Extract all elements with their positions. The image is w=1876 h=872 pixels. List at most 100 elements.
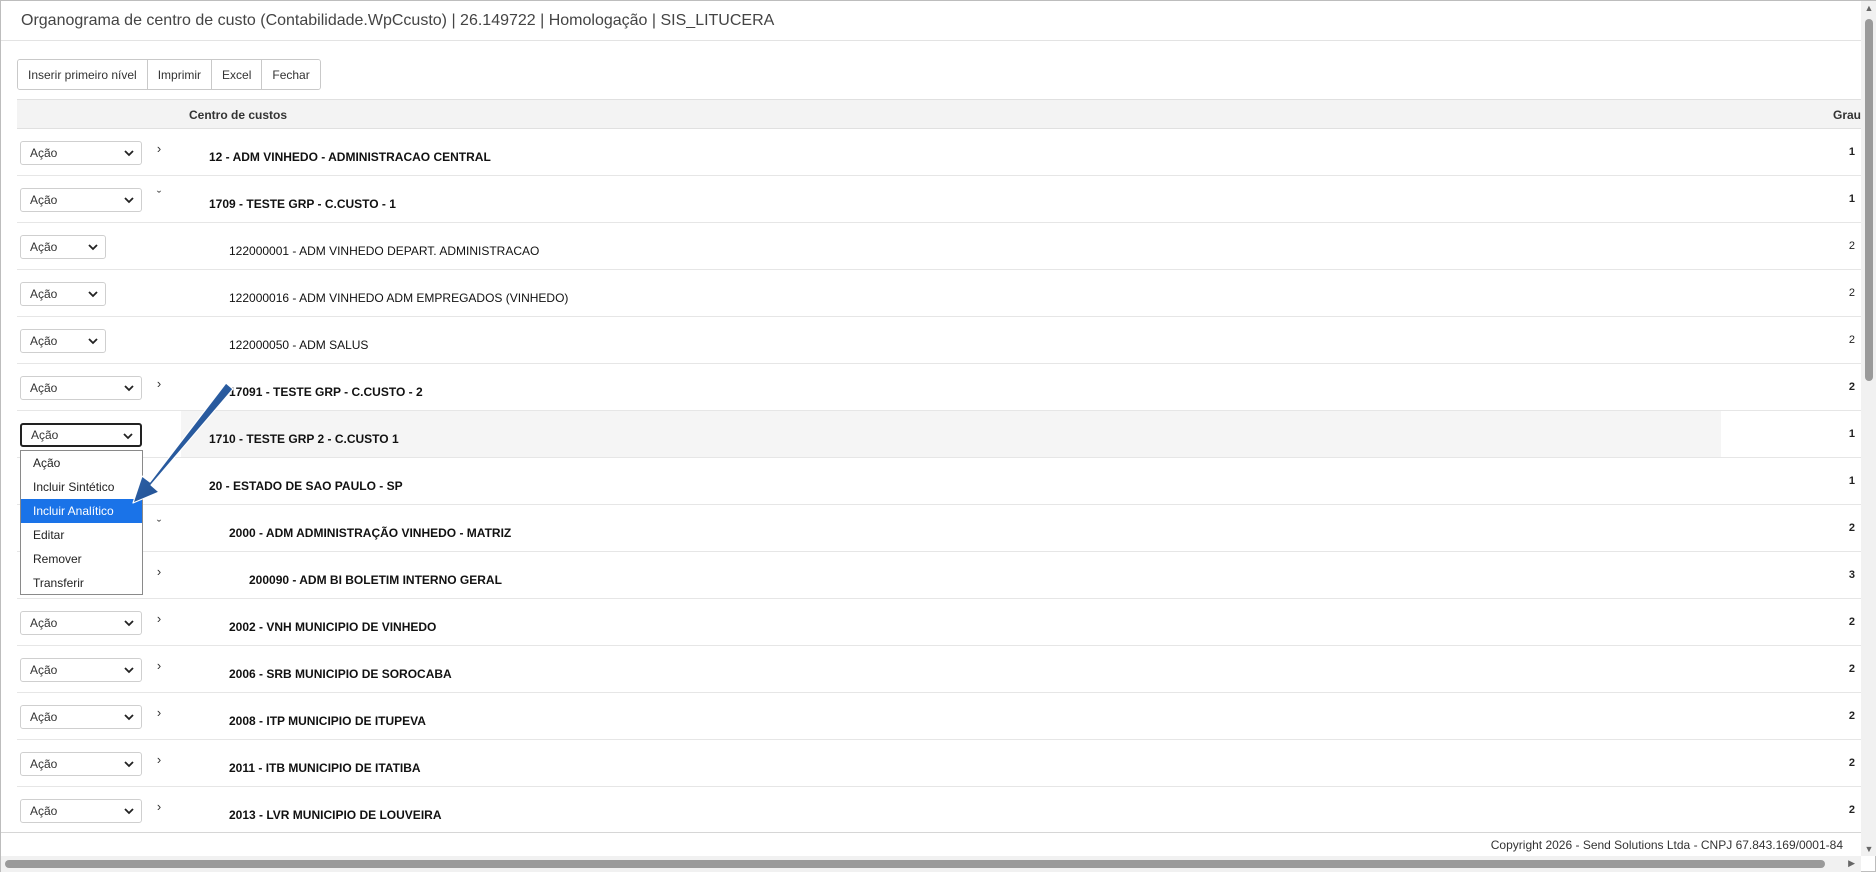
dropdown-option[interactable]: Transferir bbox=[21, 571, 142, 595]
scroll-down-icon[interactable]: ▼ bbox=[1864, 844, 1874, 854]
chevron-down-icon bbox=[121, 429, 135, 443]
column-header-grau: Grau bbox=[1832, 108, 1861, 122]
cost-center-label: 2000 - ADM ADMINISTRAÇÃO VINHEDO - MATRI… bbox=[229, 526, 512, 540]
action-select-value: Ação bbox=[31, 428, 59, 442]
expand-chevron-icon[interactable]: › bbox=[153, 753, 165, 767]
horizontal-scrollbar[interactable]: ▶ bbox=[1, 856, 1861, 872]
table-row: Ação 122000016 - ADM VINHEDO ADM EMPREGAD… bbox=[17, 270, 1861, 317]
vertical-scroll-thumb[interactable] bbox=[1865, 19, 1873, 381]
action-select-value: Ação bbox=[30, 287, 58, 301]
action-select-value: Ação bbox=[30, 146, 58, 160]
excel-button[interactable]: Excel bbox=[212, 60, 263, 89]
cost-center-label: 1710 - TESTE GRP 2 - C.CUSTO 1 bbox=[209, 432, 399, 446]
action-select[interactable]: Ação bbox=[20, 752, 142, 776]
cost-center-label: 12 - ADM VINHEDO - ADMINISTRACAO CENTRAL bbox=[209, 150, 491, 164]
grau-value: 2 bbox=[1848, 522, 1855, 534]
chevron-down-icon bbox=[122, 381, 136, 395]
action-select[interactable]: Ação bbox=[20, 329, 106, 353]
grau-value: 2 bbox=[1848, 381, 1855, 393]
action-select[interactable]: Ação bbox=[20, 141, 142, 165]
cost-center-label: 2011 - ITB MUNICIPIO DE ITATIBA bbox=[229, 761, 421, 775]
scroll-right-icon[interactable]: ▶ bbox=[1848, 858, 1855, 869]
cost-center-label: 122000050 - ADM SALUS bbox=[229, 338, 369, 352]
chevron-down-icon bbox=[122, 146, 136, 160]
grau-value: 2 bbox=[1848, 334, 1855, 346]
horizontal-scroll-thumb[interactable] bbox=[5, 860, 1825, 868]
cost-center-label: 122000001 - ADM VINHEDO DEPART. ADMINIST… bbox=[229, 244, 540, 258]
action-select-value: Ação bbox=[30, 334, 58, 348]
action-select[interactable]: Ação bbox=[20, 799, 142, 823]
dropdown-option[interactable]: Ação bbox=[21, 451, 142, 475]
chevron-down-icon bbox=[86, 287, 100, 301]
collapse-chevron-icon[interactable]: ˇ bbox=[153, 189, 165, 203]
scroll-up-icon[interactable]: ▲ bbox=[1864, 3, 1874, 13]
cost-center-label: 1709 - TESTE GRP - C.CUSTO - 1 bbox=[209, 197, 396, 211]
vertical-scrollbar[interactable]: ▲ ▼ bbox=[1861, 1, 1876, 856]
collapse-chevron-icon[interactable]: ˇ bbox=[153, 518, 165, 532]
expand-chevron-icon[interactable]: › bbox=[153, 659, 165, 673]
cost-center-label: 200090 - ADM BI BOLETIM INTERNO GERAL bbox=[249, 573, 502, 587]
action-select-value: Ação bbox=[30, 616, 58, 630]
table-row: Ação20 - ESTADO DE SAO PAULO - SP1 bbox=[17, 458, 1861, 505]
window-title: Organograma de centro de custo (Contabil… bbox=[1, 1, 1861, 41]
table-row: Ação 1710 - TESTE GRP 2 - C.CUSTO 1 1 bbox=[17, 411, 1861, 458]
cost-center-label: 2008 - ITP MUNICIPIO DE ITUPEVA bbox=[229, 714, 426, 728]
expand-chevron-icon[interactable]: › bbox=[153, 565, 165, 579]
action-select-value: Ação bbox=[30, 381, 58, 395]
expand-chevron-icon[interactable]: › bbox=[153, 142, 165, 156]
app-window: Organograma de centro de custo (Contabil… bbox=[0, 0, 1876, 872]
action-select[interactable]: Ação bbox=[20, 376, 142, 400]
copyright-text: Copyright 2026 - Send Solutions Ltda - C… bbox=[1490, 838, 1843, 852]
table-row: Ação ˇ 1709 - TESTE GRP - C.CUSTO - 1 1 bbox=[17, 176, 1861, 223]
table-row: Ação › 2013 - LVR MUNICIPIO DE LOUVEIRA 2 bbox=[17, 787, 1861, 832]
expand-chevron-icon[interactable]: › bbox=[153, 377, 165, 391]
action-select[interactable]: Ação bbox=[20, 705, 142, 729]
insert-first-level-button[interactable]: Inserir primeiro nível bbox=[18, 60, 148, 89]
grau-value: 1 bbox=[1848, 428, 1855, 440]
action-select[interactable]: Ação bbox=[20, 423, 142, 447]
action-select-value: Ação bbox=[30, 663, 58, 677]
dropdown-option[interactable]: Incluir Sintético bbox=[21, 475, 142, 499]
action-select[interactable]: Ação bbox=[20, 188, 142, 212]
grau-value: 2 bbox=[1848, 240, 1855, 252]
dropdown-option[interactable]: Remover bbox=[21, 547, 142, 571]
action-select[interactable]: Ação bbox=[20, 235, 106, 259]
dropdown-option[interactable]: Incluir Analítico bbox=[21, 499, 142, 523]
chevron-down-icon bbox=[122, 193, 136, 207]
table-row: Ação›200090 - ADM BI BOLETIM INTERNO GER… bbox=[17, 552, 1861, 599]
action-dropdown-list[interactable]: Ação Incluir Sintético Incluir Analítico Ed… bbox=[20, 450, 143, 595]
table-row: Ação › 2011 - ITB MUNICIPIO DE ITATIBA 2 bbox=[17, 740, 1861, 787]
grau-value: 3 bbox=[1848, 569, 1855, 581]
grau-value: 1 bbox=[1848, 146, 1855, 158]
action-select[interactable]: Ação bbox=[20, 611, 142, 635]
action-select-value: Ação bbox=[30, 240, 58, 254]
dropdown-option[interactable]: Editar bbox=[21, 523, 142, 547]
cost-center-grid: Centro de custos Grau Ação › 12 - ADM VINH… bbox=[17, 99, 1861, 832]
action-select[interactable]: Ação bbox=[20, 658, 142, 682]
column-header-cost-center: Centro de custos bbox=[189, 108, 288, 122]
print-button[interactable]: Imprimir bbox=[147, 60, 213, 89]
grau-value: 2 bbox=[1848, 616, 1855, 628]
chevron-down-icon bbox=[122, 663, 136, 677]
action-select[interactable]: Ação bbox=[20, 282, 106, 306]
expand-chevron-icon[interactable]: › bbox=[153, 706, 165, 720]
action-select-value: Ação bbox=[30, 710, 58, 724]
table-row: Açãoˇ2000 - ADM ADMINISTRAÇÃO VINHEDO - … bbox=[17, 505, 1861, 552]
action-select-value: Ação bbox=[30, 757, 58, 771]
action-select-value: Ação bbox=[30, 193, 58, 207]
expand-chevron-icon[interactable]: › bbox=[153, 612, 165, 626]
grau-value: 1 bbox=[1848, 193, 1855, 205]
cost-center-label: 2002 - VNH MUNICIPIO DE VINHEDO bbox=[229, 620, 437, 634]
expand-chevron-icon[interactable]: › bbox=[153, 800, 165, 814]
close-button[interactable]: Fechar bbox=[262, 60, 320, 89]
chevron-down-icon bbox=[122, 710, 136, 724]
grau-value: 2 bbox=[1848, 710, 1855, 722]
table-row: Ação › 2006 - SRB MUNICIPIO DE SOROCABA 2 bbox=[17, 646, 1861, 693]
chevron-down-icon bbox=[122, 616, 136, 630]
chevron-down-icon bbox=[86, 334, 100, 348]
action-select-value: Ação bbox=[30, 804, 58, 818]
grid-header: Centro de custos Grau bbox=[17, 99, 1861, 129]
footer: Copyright 2026 - Send Solutions Ltda - C… bbox=[1, 832, 1861, 856]
chevron-down-icon bbox=[122, 804, 136, 818]
grau-value: 2 bbox=[1848, 663, 1855, 675]
